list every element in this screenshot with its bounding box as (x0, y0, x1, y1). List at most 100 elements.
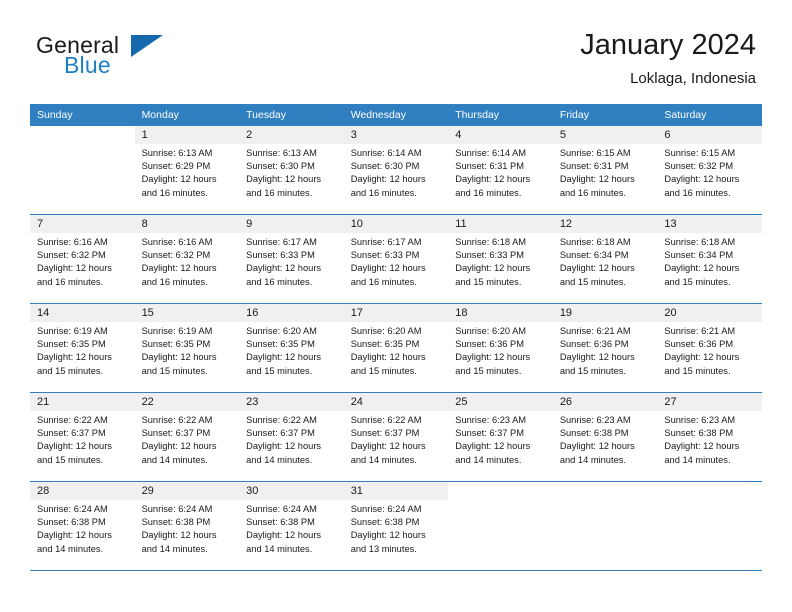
sunrise-text: Sunrise: 6:23 AM (559, 415, 631, 425)
sunset-text: Sunset: 6:37 PM (246, 428, 315, 439)
sunset-text: Sunset: 6:38 PM (141, 517, 211, 528)
day-number: 17 (350, 307, 363, 319)
daylight-text: Daylight: 12 hours and 15 minutes. (37, 352, 112, 376)
day-number-band: 8 (134, 215, 240, 233)
day-cell[interactable]: 23 Sunrise: 6:22 AM Sunset: 6:37 PM Dayligh… (239, 393, 344, 481)
sunrise-text: Sunrise: 6:23 AM (455, 415, 527, 425)
sunset-text: Sunset: 6:38 PM (559, 428, 629, 439)
day-number: 10 (350, 218, 363, 230)
day-cell[interactable]: 1 Sunrise: 6:13 AM Sunset: 6:29 PM Daylight… (134, 126, 240, 214)
day-number: 16 (246, 307, 259, 319)
calendar-grid: Sunday Monday Tuesday Wednesday Thursday Frid… (30, 104, 762, 571)
day-number-band: 22 (134, 393, 240, 411)
daylight-text: Daylight: 12 hours and 14 minutes. (37, 530, 112, 554)
calendar-week-row: 1 Sunrise: 6:13 AM Sunset: 6:29 PM Daylight… (30, 126, 762, 214)
day-cell[interactable]: 15 Sunrise: 6:19 AM Sunset: 6:35 PM Dayligh… (134, 304, 240, 392)
calendar-week-row: 21 Sunrise: 6:22 AM Sunset: 6:37 PM Dayligh… (30, 392, 762, 481)
day-number: 3 (350, 129, 357, 141)
day-cell[interactable]: 28 Sunrise: 6:24 AM Sunset: 6:38 PM Dayligh… (30, 482, 135, 570)
day-sun-info: Sunrise: 6:17 AM Sunset: 6:33 PM Daylight:… (344, 233, 449, 289)
day-cell[interactable]: 12 Sunrise: 6:18 AM Sunset: 6:34 PM Dayligh… (552, 215, 658, 303)
sunset-text: Sunset: 6:31 PM (559, 161, 629, 172)
day-cell[interactable]: 9 Sunrise: 6:17 AM Sunset: 6:33 PM Daylight… (239, 215, 344, 303)
day-number: 4 (455, 129, 462, 141)
sunrise-text: Sunrise: 6:22 AM (141, 415, 213, 425)
sunrise-text: Sunrise: 6:20 AM (246, 326, 317, 336)
day-sun-info: Sunrise: 6:19 AM Sunset: 6:35 PM Daylight:… (135, 322, 240, 378)
day-sun-info: Sunrise: 6:13 AM Sunset: 6:29 PM Daylight:… (135, 144, 240, 200)
weekday-header-saturday: Saturday (664, 109, 707, 121)
daylight-text: Daylight: 12 hours and 16 minutes. (350, 174, 426, 198)
day-cell[interactable]: 19 Sunrise: 6:21 AM Sunset: 6:36 PM Dayligh… (552, 304, 658, 392)
sunset-text: Sunset: 6:38 PM (37, 517, 106, 528)
day-cell[interactable]: 27 Sunrise: 6:23 AM Sunset: 6:38 PM Dayligh… (657, 393, 762, 481)
day-number: 28 (37, 485, 50, 497)
day-sun-info: Sunrise: 6:15 AM Sunset: 6:32 PM Daylight:… (657, 144, 762, 200)
sunrise-text: Sunrise: 6:15 AM (664, 148, 736, 158)
brand-name-blue: Blue (64, 52, 111, 78)
daylight-text: Daylight: 12 hours and 15 minutes. (37, 441, 112, 465)
daylight-text: Daylight: 12 hours and 14 minutes. (350, 441, 426, 465)
sunrise-text: Sunrise: 6:19 AM (141, 326, 213, 336)
daylight-text: Daylight: 12 hours and 15 minutes. (559, 263, 635, 287)
sunset-text: Sunset: 6:31 PM (455, 161, 524, 172)
day-cell[interactable]: 22 Sunrise: 6:22 AM Sunset: 6:37 PM Dayligh… (134, 393, 240, 481)
day-cell[interactable]: 2 Sunrise: 6:13 AM Sunset: 6:30 PM Daylight… (239, 126, 344, 214)
sunset-text: Sunset: 6:36 PM (664, 339, 734, 350)
weekday-header-wednesday: Wednesday (350, 109, 406, 121)
sunrise-text: Sunrise: 6:20 AM (455, 326, 527, 336)
day-number-band: 6 (657, 126, 762, 144)
sunset-text: Sunset: 6:32 PM (141, 250, 211, 261)
sunset-text: Sunset: 6:38 PM (350, 517, 420, 528)
daylight-text: Daylight: 12 hours and 15 minutes. (141, 352, 217, 376)
daylight-text: Daylight: 12 hours and 16 minutes. (455, 174, 531, 198)
day-cell[interactable]: 8 Sunrise: 6:16 AM Sunset: 6:32 PM Daylight… (134, 215, 240, 303)
day-sun-info: Sunrise: 6:16 AM Sunset: 6:32 PM Daylight:… (30, 233, 135, 289)
day-number-band: 15 (134, 304, 240, 322)
day-cell[interactable]: 10 Sunrise: 6:17 AM Sunset: 6:33 PM Dayligh… (343, 215, 449, 303)
day-cell[interactable]: 26 Sunrise: 6:23 AM Sunset: 6:38 PM Dayligh… (552, 393, 658, 481)
day-number: 23 (246, 396, 259, 408)
day-sun-info: Sunrise: 6:17 AM Sunset: 6:33 PM Daylight:… (239, 233, 344, 289)
daylight-text: Daylight: 12 hours and 14 minutes. (141, 530, 217, 554)
sunset-text: Sunset: 6:33 PM (350, 250, 420, 261)
day-cell[interactable]: 16 Sunrise: 6:20 AM Sunset: 6:35 PM Dayligh… (239, 304, 344, 392)
sunrise-text: Sunrise: 6:18 AM (559, 237, 631, 247)
day-number-band: 12 (552, 215, 658, 233)
day-cell[interactable]: 14 Sunrise: 6:19 AM Sunset: 6:35 PM Dayligh… (30, 304, 135, 392)
day-cell[interactable]: 11 Sunrise: 6:18 AM Sunset: 6:33 PM Dayligh… (448, 215, 553, 303)
day-cell[interactable]: 29 Sunrise: 6:24 AM Sunset: 6:38 PM Dayligh… (134, 482, 240, 570)
sunrise-text: Sunrise: 6:24 AM (246, 504, 317, 514)
daylight-text: Daylight: 12 hours and 15 minutes. (559, 352, 635, 376)
day-cell[interactable]: 30 Sunrise: 6:24 AM Sunset: 6:38 PM Dayligh… (239, 482, 344, 570)
day-sun-info: Sunrise: 6:20 AM Sunset: 6:36 PM Daylight:… (448, 322, 553, 378)
sunrise-text: Sunrise: 6:14 AM (455, 148, 527, 158)
weekday-header-tuesday: Tuesday (246, 109, 287, 121)
day-sun-info: Sunrise: 6:23 AM Sunset: 6:38 PM Daylight:… (553, 411, 658, 467)
day-cell[interactable]: 7 Sunrise: 6:16 AM Sunset: 6:32 PM Daylight… (30, 215, 135, 303)
day-cell[interactable]: 20 Sunrise: 6:21 AM Sunset: 6:36 PM Dayligh… (657, 304, 762, 392)
day-cell[interactable]: 21 Sunrise: 6:22 AM Sunset: 6:37 PM Dayligh… (30, 393, 135, 481)
day-cell[interactable]: 17 Sunrise: 6:20 AM Sunset: 6:35 PM Dayligh… (343, 304, 449, 392)
calendar-weeks: 1 Sunrise: 6:13 AM Sunset: 6:29 PM Daylight… (30, 126, 762, 570)
brand-logo[interactable]: General Blue (36, 32, 266, 82)
day-cell[interactable]: 13 Sunrise: 6:18 AM Sunset: 6:34 PM Dayligh… (657, 215, 762, 303)
day-cell[interactable]: 25 Sunrise: 6:23 AM Sunset: 6:37 PM Dayligh… (448, 393, 553, 481)
day-cell[interactable]: 3 Sunrise: 6:14 AM Sunset: 6:30 PM Daylight… (343, 126, 449, 214)
day-cell[interactable]: 4 Sunrise: 6:14 AM Sunset: 6:31 PM Daylight… (448, 126, 553, 214)
day-number: 31 (350, 485, 363, 497)
day-sun-info: Sunrise: 6:21 AM Sunset: 6:36 PM Daylight:… (553, 322, 658, 378)
day-cell[interactable]: 6 Sunrise: 6:15 AM Sunset: 6:32 PM Daylight… (657, 126, 762, 214)
day-number-band: 10 (343, 215, 449, 233)
daylight-text: Daylight: 12 hours and 15 minutes. (664, 352, 740, 376)
page-header: General Blue January 2024 Loklaga, Indon… (0, 0, 792, 98)
day-cell-empty (657, 482, 762, 570)
day-number: 24 (350, 396, 363, 408)
day-number: 20 (664, 307, 677, 319)
day-cell[interactable]: 24 Sunrise: 6:22 AM Sunset: 6:37 PM Dayligh… (343, 393, 449, 481)
day-cell[interactable]: 31 Sunrise: 6:24 AM Sunset: 6:38 PM Dayligh… (343, 482, 449, 570)
day-number: 12 (559, 218, 573, 230)
day-cell[interactable]: 18 Sunrise: 6:20 AM Sunset: 6:36 PM Dayligh… (448, 304, 553, 392)
day-cell[interactable]: 5 Sunrise: 6:15 AM Sunset: 6:31 PM Daylight… (552, 126, 658, 214)
day-number: 11 (455, 218, 467, 230)
